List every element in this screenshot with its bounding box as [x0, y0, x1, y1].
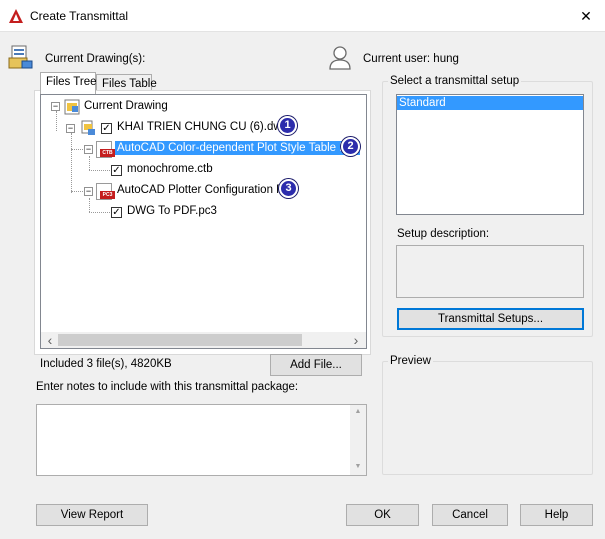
pc3-file-icon: PC3	[96, 183, 115, 200]
help-button[interactable]: Help	[520, 504, 593, 526]
preview-label: Preview	[388, 355, 433, 367]
scroll-left-icon[interactable]: ‹	[43, 332, 57, 348]
autocad-icon	[9, 9, 23, 23]
tree-drawing-label[interactable]: KHAI TRIEN CHUNG CU (6).dwg	[117, 121, 288, 133]
preview-group	[382, 361, 593, 475]
scroll-up-icon[interactable]: ▲	[350, 405, 366, 419]
collapse-toggle[interactable]: −	[66, 124, 75, 133]
tree-ctb-group-label[interactable]: AutoCAD Color-dependent Plot Style Table…	[115, 141, 360, 155]
collapse-toggle[interactable]: −	[84, 145, 93, 154]
close-button[interactable]: ✕	[575, 5, 597, 27]
collapse-toggle[interactable]: −	[51, 102, 60, 111]
setup-group-label: Select a transmittal setup	[388, 75, 522, 87]
notes-textarea[interactable]	[36, 404, 367, 476]
callout-badge-2: 2	[341, 137, 360, 156]
tree-pc3-group-label[interactable]: AutoCAD Plotter Configuration File	[117, 184, 295, 196]
notes-label: Enter notes to include with this transmi…	[36, 381, 299, 393]
scrollbar-thumb[interactable]	[58, 334, 302, 346]
scroll-right-icon[interactable]: ›	[349, 332, 363, 348]
pc3-file-checkbox[interactable]: ✓	[111, 207, 122, 218]
dwg-file-icon	[81, 120, 95, 135]
collapse-toggle[interactable]: −	[84, 187, 93, 196]
title-bar: Create Transmittal ✕	[0, 0, 605, 32]
ctb-file-icon: CTB	[96, 141, 115, 158]
tree-ctb-file-label[interactable]: monochrome.ctb	[127, 163, 213, 175]
scroll-down-icon[interactable]: ▼	[350, 460, 366, 474]
setup-description-label: Setup description:	[397, 228, 490, 240]
included-files-status: Included 3 file(s), 4820KB	[40, 358, 172, 370]
cancel-button[interactable]: Cancel	[432, 504, 508, 526]
view-report-button[interactable]: View Report	[36, 504, 148, 526]
tree-pc3-file-label[interactable]: DWG To PDF.pc3	[127, 205, 217, 217]
add-file-button[interactable]: Add File...	[270, 354, 362, 376]
ctb-file-checkbox[interactable]: ✓	[111, 165, 122, 176]
setup-description-box	[396, 245, 584, 298]
current-user-label: Current user: hung	[363, 53, 459, 65]
setup-listbox[interactable]	[396, 94, 584, 215]
setup-list-item-standard[interactable]: Standard	[397, 96, 583, 110]
folder-icon	[64, 99, 80, 115]
callout-badge-1: 1	[278, 116, 297, 135]
window-title: Create Transmittal	[30, 9, 129, 23]
callout-badge-3: 3	[279, 179, 298, 198]
ok-button[interactable]: OK	[346, 504, 419, 526]
tab-files-tree[interactable]: Files Tree	[40, 72, 97, 94]
drawing-checkbox[interactable]: ✓	[101, 123, 112, 134]
user-icon	[329, 46, 351, 70]
transmittal-setups-button[interactable]: Transmittal Setups...	[397, 308, 584, 330]
drawings-icon	[8, 45, 33, 69]
current-drawings-label: Current Drawing(s):	[45, 53, 146, 65]
tree-root-label[interactable]: Current Drawing	[84, 100, 168, 112]
